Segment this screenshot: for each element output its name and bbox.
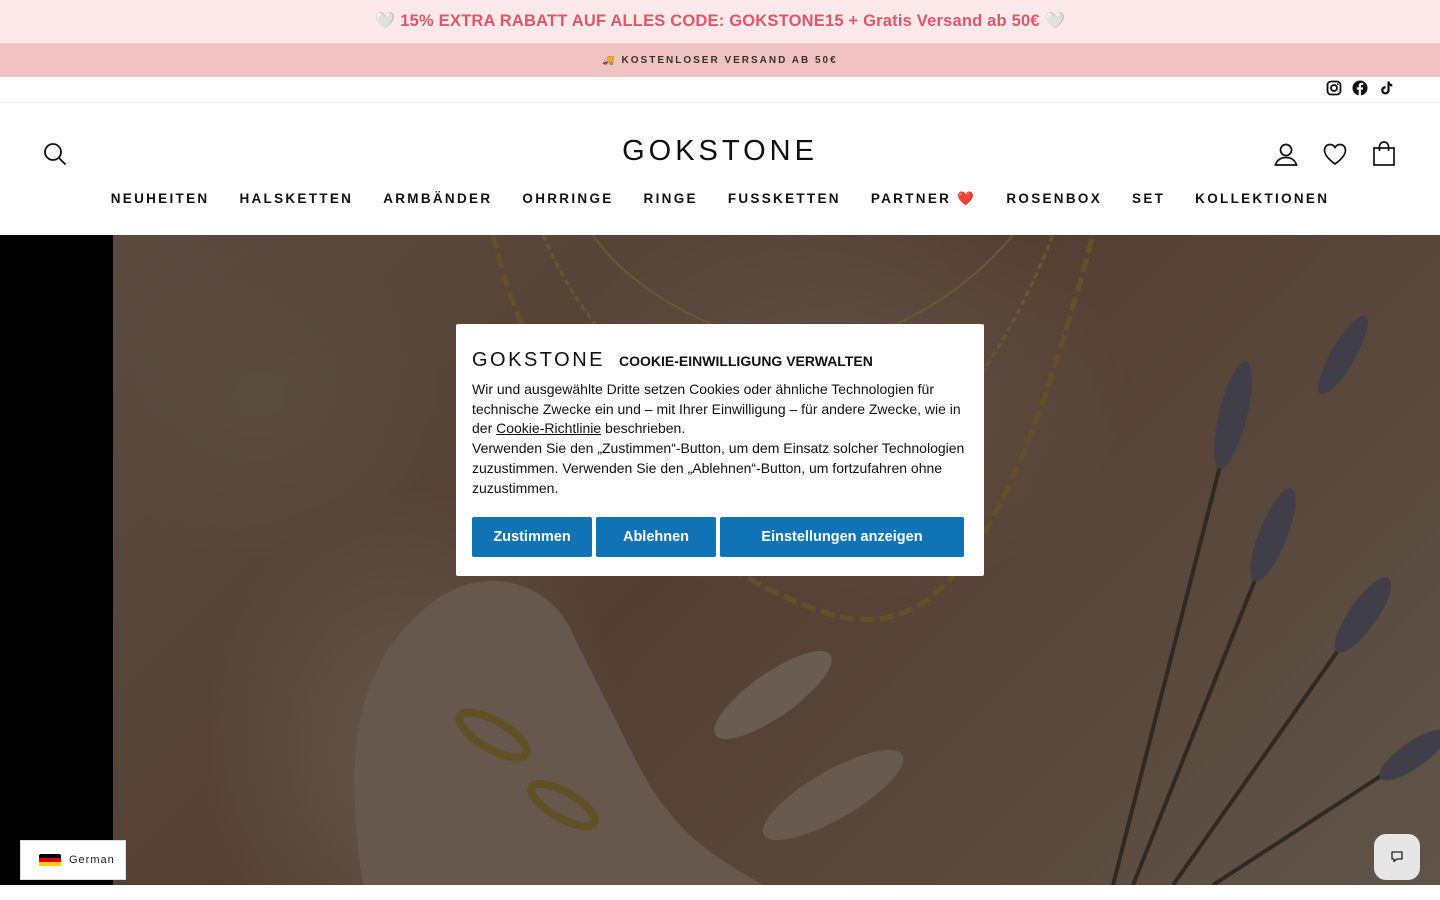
chat-icon [1391, 851, 1403, 863]
site-logo[interactable]: GOKSTONE [0, 135, 1440, 168]
nav-item-armbaender[interactable]: ARMBÄNDER [383, 191, 492, 207]
tiktok-icon[interactable] [1378, 80, 1394, 96]
main-nav: NEUHEITEN HALSKETTEN ARMBÄNDER OHRRINGE … [0, 191, 1440, 207]
nav-item-kollektionen[interactable]: KOLLEKTIONEN [1195, 191, 1329, 207]
cookie-dialog-title: COOKIE-EINWILLIGUNG VERWALTEN [619, 353, 873, 369]
social-links [1326, 80, 1394, 96]
cookie-policy-link[interactable]: Cookie-Richtlinie [496, 420, 601, 436]
cookie-text-second: Verwenden Sie den „Zustimmen“-Button, um… [472, 440, 965, 496]
promo-bar: 🤍 15% EXTRA RABATT AUF ALLES CODE: GOKST… [0, 0, 1440, 44]
nav-item-ringe[interactable]: RINGE [644, 191, 698, 207]
cookie-dialog-header: GOKSTONE COOKIE-EINWILLIGUNG VERWALTEN [472, 338, 968, 370]
wishlist-icon[interactable] [1320, 139, 1349, 168]
nav-item-set[interactable]: SET [1132, 191, 1165, 207]
nav-item-rosenbox[interactable]: ROSENBOX [1006, 191, 1102, 207]
nav-item-ohrringe[interactable]: OHRRINGE [522, 191, 613, 207]
cookie-dialog-body: Wir und ausgewählte Dritte setzen Cookie… [472, 380, 968, 498]
cookie-text-part2: beschrieben. [601, 420, 686, 437]
shipping-bar: 🚚 KOSTENLOSER VERSAND AB 50€ [0, 44, 1440, 77]
cookie-text-paragraph: Wir und ausgewählte Dritte setzen Cookie… [472, 380, 968, 439]
header-actions [1271, 139, 1398, 168]
nav-item-fussketten[interactable]: FUSSKETTEN [728, 191, 841, 207]
language-selector[interactable]: German [20, 840, 126, 880]
settings-button[interactable]: Einstellungen anzeigen [720, 517, 964, 558]
cookie-dialog-buttons: Zustimmen Ablehnen Einstellungen anzeige… [472, 517, 968, 558]
facebook-icon[interactable] [1352, 80, 1368, 96]
language-label: German [69, 854, 115, 866]
social-bar [0, 77, 1440, 103]
shipping-text: 🚚 KOSTENLOSER VERSAND AB 50€ [602, 55, 838, 66]
site-header: GOKSTONE NEUHEITEN HALSKETTEN ARMBÄNDER … [0, 103, 1440, 235]
nav-item-neuheiten[interactable]: NEUHEITEN [111, 191, 210, 207]
cart-icon[interactable] [1369, 139, 1398, 168]
reject-button[interactable]: Ablehnen [596, 517, 716, 558]
chat-button[interactable] [1374, 834, 1420, 880]
german-flag-icon [39, 853, 61, 867]
promo-text: 🤍 15% EXTRA RABATT AUF ALLES CODE: GOKST… [374, 12, 1066, 30]
cookie-dialog-logo: GOKSTONE [472, 349, 605, 371]
nav-item-halsketten[interactable]: HALSKETTEN [239, 191, 353, 207]
cookie-consent-dialog: GOKSTONE COOKIE-EINWILLIGUNG VERWALTEN W… [456, 324, 984, 576]
instagram-icon[interactable] [1326, 80, 1342, 96]
account-icon[interactable] [1271, 139, 1300, 168]
nav-item-partner[interactable]: PARTNER ❤️ [871, 191, 977, 207]
accept-button[interactable]: Zustimmen [472, 517, 592, 558]
